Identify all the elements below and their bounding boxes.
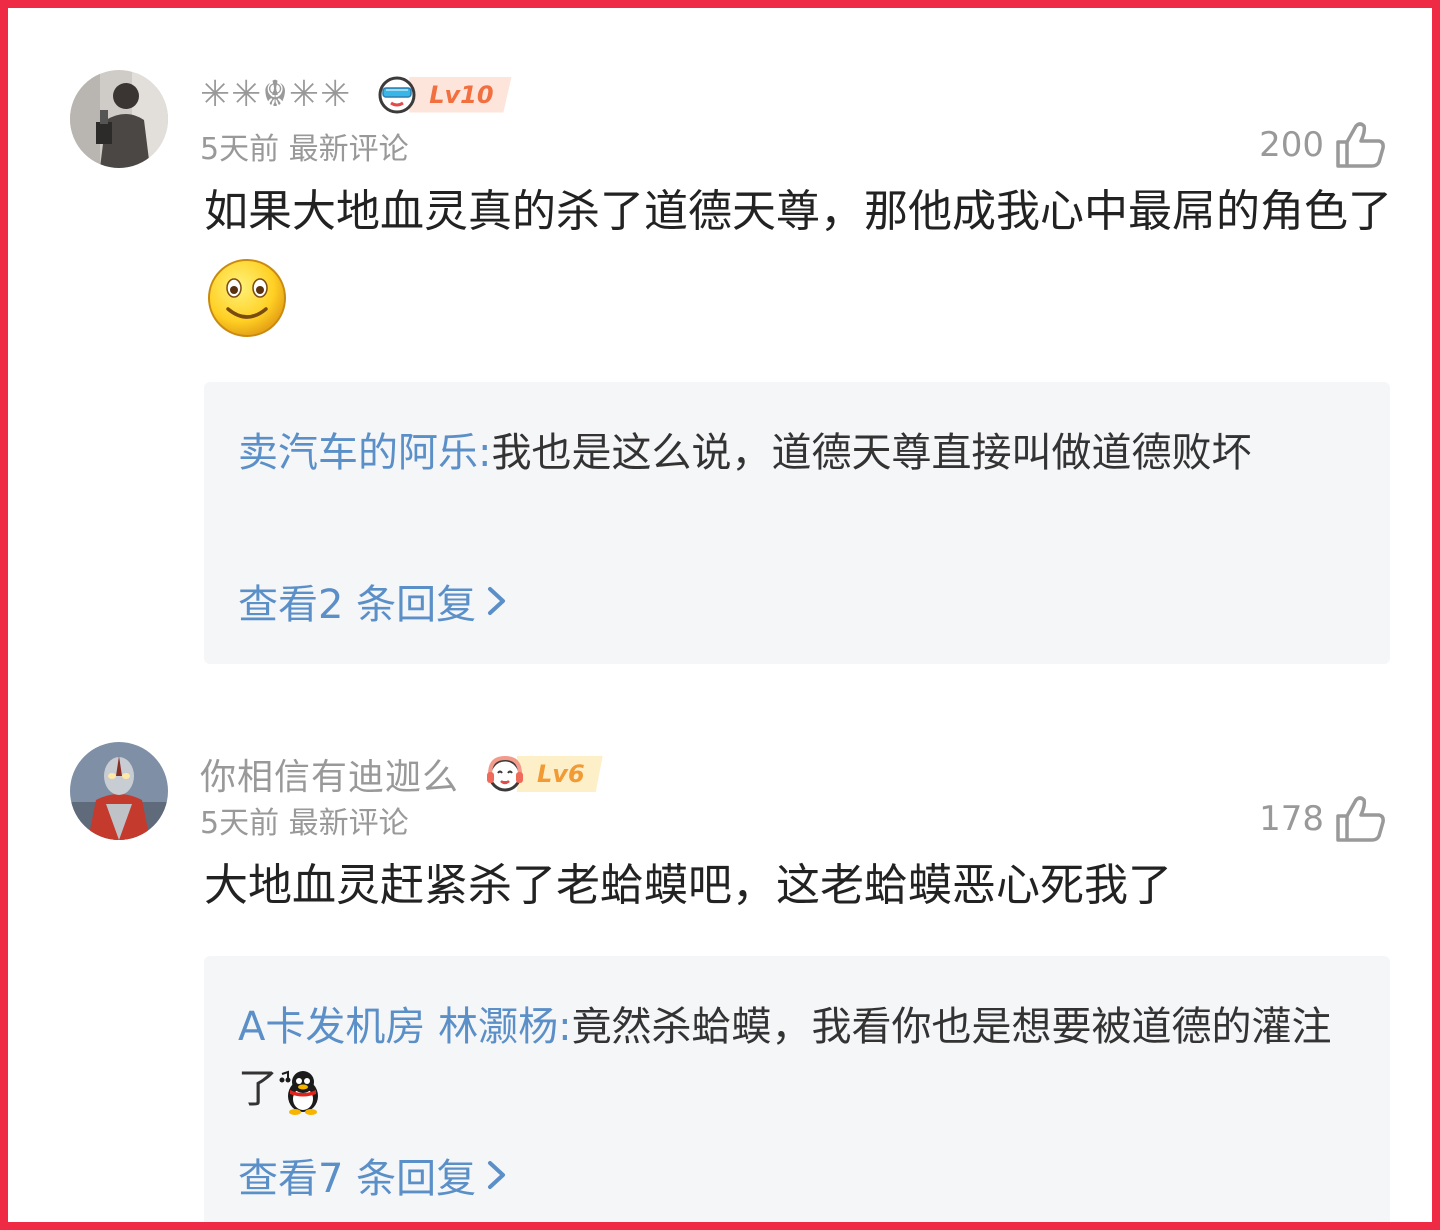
chevron-right-icon bbox=[488, 587, 506, 615]
like-count: 200 bbox=[1259, 125, 1324, 165]
chevron-right-icon bbox=[488, 1161, 506, 1189]
reply-preview[interactable]: A卡发机房 林灏杨:竟然杀蛤蟆，我看你也是想要被道德的灌注了 查看7 条回复 bbox=[204, 956, 1390, 1222]
comment-content: 如果大地血灵真的杀了道德天尊，那他成我心中最屌的角色了 bbox=[204, 170, 1394, 339]
username[interactable]: ✳✳☬✳✳ bbox=[200, 74, 351, 115]
level-label: Lv10 bbox=[409, 76, 512, 113]
view-replies-link[interactable]: 查看2 条回复 bbox=[238, 572, 510, 630]
comment-tag: 最新评论 bbox=[288, 806, 409, 841]
reply-content: A卡发机房 林灏杨:竟然杀蛤蟆，我看你也是想要被道德的灌注了 bbox=[238, 996, 1358, 1120]
smile-emoji-icon bbox=[208, 259, 286, 337]
avatar[interactable] bbox=[70, 70, 168, 168]
level-label: Lv6 bbox=[517, 756, 603, 792]
comment-meta: 5天前 最新评论 bbox=[200, 124, 409, 168]
timestamp: 5天前 bbox=[200, 806, 280, 841]
like-button[interactable]: 178 bbox=[1259, 794, 1388, 844]
timestamp: 5天前 bbox=[200, 132, 280, 167]
reply-author[interactable]: 卖汽车的阿乐: bbox=[238, 430, 491, 476]
level-badge: Lv10 bbox=[377, 75, 512, 115]
sunglasses-face-icon bbox=[377, 75, 417, 115]
reply-content: 卖汽车的阿乐:我也是这么说，道德天尊直接叫做道德败坏 bbox=[238, 422, 1358, 484]
avatar[interactable] bbox=[70, 742, 168, 840]
level-badge: Lv6 bbox=[485, 754, 603, 794]
reply-author[interactable]: A卡发机房 林灏杨: bbox=[238, 1004, 572, 1050]
comment-tag: 最新评论 bbox=[288, 132, 409, 167]
reply-preview[interactable]: 卖汽车的阿乐:我也是这么说，道德天尊直接叫做道德败坏 查看2 条回复 bbox=[204, 382, 1390, 664]
like-button[interactable]: 200 bbox=[1259, 120, 1388, 170]
comment-content: 大地血灵赶紧杀了老蛤蟆吧，这老蛤蟆恶心死我了 bbox=[204, 860, 1172, 911]
like-count: 178 bbox=[1259, 799, 1324, 839]
headphone-face-icon bbox=[485, 754, 525, 794]
thumbs-up-icon bbox=[1336, 796, 1385, 842]
thumbs-up-icon bbox=[1336, 122, 1385, 168]
username[interactable]: 你相信有迪迦么 bbox=[200, 748, 459, 800]
user-row: ✳✳☬✳✳ Lv10 bbox=[200, 74, 512, 115]
comment-meta: 5天前 最新评论 bbox=[200, 798, 409, 842]
user-row: 你相信有迪迦么 Lv6 bbox=[200, 748, 603, 800]
view-replies-link[interactable]: 查看7 条回复 bbox=[238, 1146, 510, 1204]
penguin-emoji-icon bbox=[279, 1070, 318, 1115]
comment-feed: ✳✳☬✳✳ Lv10 5天前 最新评论 200 如果大地血灵真的杀了道德天尊，那… bbox=[0, 0, 1440, 1230]
reply-text: 我也是这么说，道德天尊直接叫做道德败坏 bbox=[491, 430, 1252, 476]
